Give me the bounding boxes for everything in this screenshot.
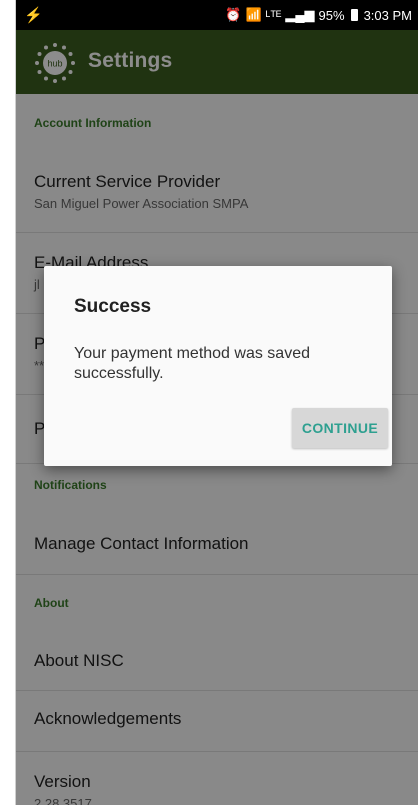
phone-screen: ⚡ ⏰ 📶 ᴸᵀᴱ ▂▄▆ 95% 3:03 PM hub Settings A… xyxy=(15,0,418,805)
dialog-title: Success xyxy=(74,296,152,317)
status-bar: ⚡ ⏰ 📶 ᴸᵀᴱ ▂▄▆ 95% 3:03 PM xyxy=(16,0,418,30)
signal-text: ᴸᵀᴱ xyxy=(265,7,282,23)
dialog-message: Your payment method was saved successful… xyxy=(74,345,310,382)
clock: 3:03 PM xyxy=(363,7,412,23)
flash-icon: ⚡ xyxy=(24,7,43,24)
success-dialog: Success Your payment method was saved su… xyxy=(44,266,392,466)
status-icons: ⏰ 📶 ᴸᵀᴱ ▂▄▆ 95% 3:03 PM xyxy=(225,7,412,23)
continue-button[interactable]: CONTINUE xyxy=(292,408,388,448)
battery-icon xyxy=(350,9,358,21)
battery-percent: 95% xyxy=(318,7,345,23)
signal-icon: ▂▄▆ xyxy=(285,7,315,22)
wifi-icon: 📶 xyxy=(245,7,262,22)
alarm-icon: ⏰ xyxy=(225,7,242,22)
